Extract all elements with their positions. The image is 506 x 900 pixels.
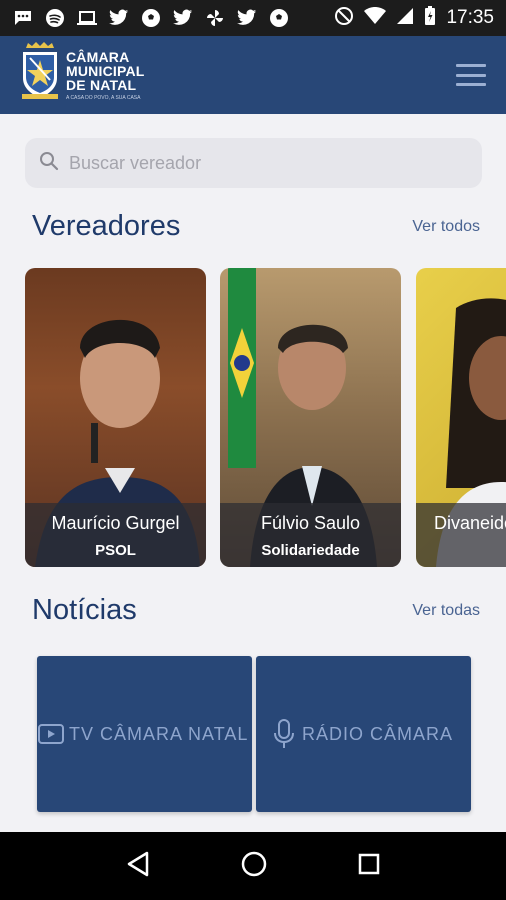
wifi-icon [364, 6, 387, 30]
status-bar: 17:35 [0, 0, 506, 36]
notification-icons [12, 7, 334, 29]
search-input[interactable] [69, 152, 449, 174]
tile-label: RÁDIO CÂMARA [302, 723, 454, 744]
news-header: Notícias Ver todas [32, 594, 480, 627]
councilor-party: PSOL [95, 542, 136, 559]
back-icon[interactable] [126, 851, 150, 882]
logo-tagline: A CASA DO POVO, A SUA CASA [66, 94, 141, 101]
system-navigation-bar [0, 832, 506, 900]
councilors-carousel[interactable]: Maurício Gurgel PSOL Fúlvio Saulo Solida… [25, 268, 506, 568]
see-all-councilors-link[interactable]: Ver todos [412, 218, 480, 236]
councilor-info: Maurício Gurgel PSOL [25, 503, 206, 567]
hamburger-menu-icon[interactable] [456, 64, 486, 86]
microphone-icon [270, 719, 298, 748]
video-play-icon [37, 720, 65, 748]
councilor-name: Divaneide [434, 513, 506, 533]
logo-line-1: CÂMARA [66, 48, 130, 65]
twitter-icon [236, 7, 258, 29]
laptop-icon [76, 7, 98, 29]
councilor-name: Fúlvio Saulo [260, 513, 361, 533]
logo-line-3: DE NATAL [66, 76, 137, 93]
recents-icon[interactable] [358, 853, 380, 880]
camara-logo[interactable]: CÂMARA MUNICIPAL DE NATAL A CASA DO POVO… [20, 41, 145, 109]
tile-label: TV CÂMARA NATAL [69, 723, 249, 744]
twitter-icon [172, 7, 194, 29]
councilor-card[interactable]: Divaneide [416, 268, 506, 567]
search-bar[interactable] [25, 138, 482, 188]
twitter-icon [108, 7, 130, 29]
do-not-disturb-icon [334, 6, 354, 31]
message-icon [12, 7, 34, 29]
search-icon [39, 151, 59, 176]
app-header: CÂMARA MUNICIPAL DE NATAL A CASA DO POVO… [0, 36, 506, 114]
councilor-party: Solidariedade [261, 542, 360, 559]
councilor-name: Maurício Gurgel [51, 513, 180, 533]
home-icon[interactable] [241, 851, 267, 882]
news-tiles: TV CÂMARA NATAL RÁDIO CÂMARA [37, 656, 471, 812]
section-title-noticias: Notícias [32, 594, 137, 626]
pinwheel-icon [204, 7, 226, 29]
battery-icon [424, 5, 436, 31]
councilor-card[interactable]: Maurício Gurgel PSOL [25, 268, 206, 567]
section-title-vereadores: Vereadores [32, 210, 181, 242]
coat-of-arms-icon [20, 41, 60, 109]
councilor-card[interactable]: Fúlvio Saulo Solidariedade [220, 268, 401, 567]
see-all-news-link[interactable]: Ver todas [412, 602, 480, 620]
soccer-ball-icon [140, 7, 162, 29]
soccer-ball-icon [268, 7, 290, 29]
clock: 17:35 [446, 7, 494, 28]
signal-icon [396, 7, 414, 30]
system-icons: 17:35 [334, 5, 494, 31]
spotify-icon [44, 7, 66, 29]
logo-line-2: MUNICIPAL [66, 62, 145, 79]
radio-camara-tile[interactable]: RÁDIO CÂMARA [256, 656, 471, 812]
councilor-info: Fúlvio Saulo Solidariedade [220, 503, 401, 567]
councilor-info: Divaneide [416, 503, 506, 567]
councilors-header: Vereadores Ver todos [32, 210, 480, 243]
tv-camara-tile[interactable]: TV CÂMARA NATAL [37, 656, 252, 812]
